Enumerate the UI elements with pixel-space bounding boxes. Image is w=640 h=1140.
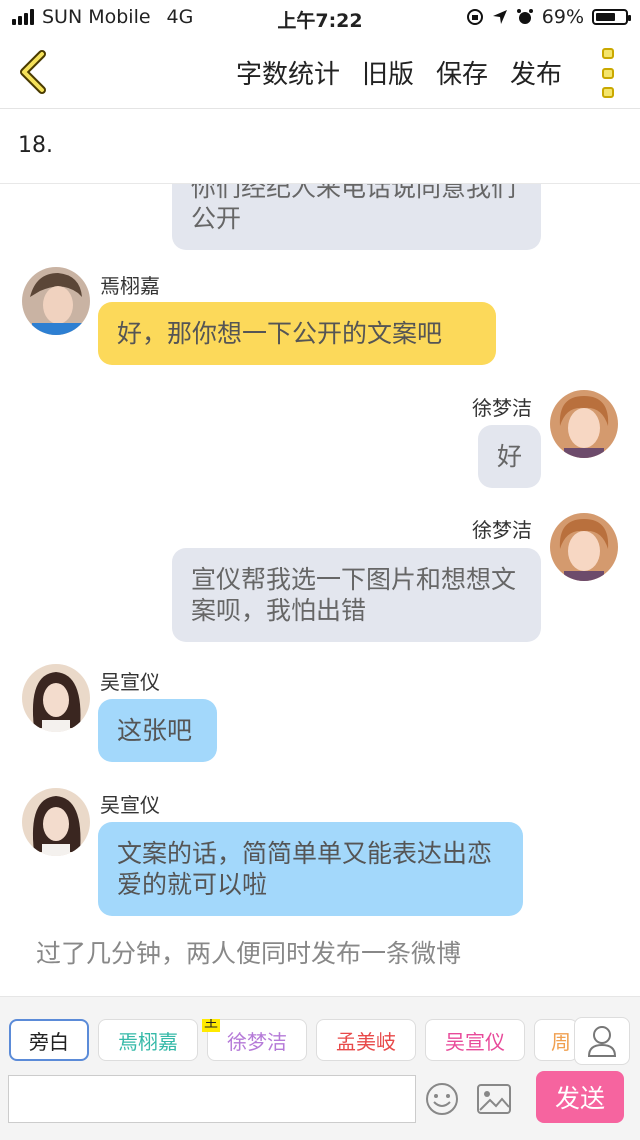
chapter-bar: 18. [0, 109, 640, 184]
narration-text[interactable]: 过了几分钟，两人便同时发布一条微博 [36, 934, 461, 970]
avatar[interactable] [550, 390, 618, 458]
role-label: 孟美岐 [336, 1029, 396, 1054]
speaker-name: 徐梦洁 [472, 396, 532, 420]
role-zhou[interactable]: 周 [534, 1019, 578, 1061]
publish-button[interactable]: 发布 [510, 54, 562, 91]
status-bar: SUN Mobile 4G 上午7:22 69% [0, 0, 640, 36]
message-bubble[interactable]: 文案的话，简简单单又能表达出恋爱的就可以啦 [98, 822, 523, 916]
status-right: 69% [466, 6, 631, 28]
nav-actions: 字数统计 旧版 保存 发布 [236, 54, 562, 91]
chapter-number[interactable]: 18. [18, 133, 53, 158]
role-label: 周 [551, 1029, 571, 1054]
old-version-button[interactable]: 旧版 [362, 54, 414, 91]
orientation-lock-icon [466, 9, 483, 25]
message-bubble[interactable]: 宣仪帮我选一下图片和想想文案呗，我怕出错 [172, 548, 541, 642]
role-label: 徐梦洁 [227, 1029, 287, 1054]
word-count-button[interactable]: 字数统计 [236, 54, 340, 91]
main-role-badge: 主 [202, 1019, 220, 1032]
message-bubble[interactable]: 好 [478, 425, 541, 488]
message-bubble[interactable]: 你们经纪人来电话说同意我们公开 [172, 184, 541, 250]
chevron-left-icon[interactable] [14, 50, 54, 94]
role-selector: 旁白 焉栩嘉 主 徐梦洁 孟美岐 吴宣仪 周 [9, 1019, 579, 1063]
save-button[interactable]: 保存 [436, 54, 488, 91]
role-meng-meiqi[interactable]: 孟美岐 [316, 1019, 416, 1061]
message-text: 你们经纪人来电话说同意我们公开 [191, 184, 517, 233]
message-text: 文案的话，简简单单又能表达出恋爱的就可以啦 [117, 839, 493, 899]
location-icon [492, 10, 507, 24]
user-icon[interactable] [574, 1017, 630, 1065]
message-text: 宣仪帮我选一下图片和想想文案呗，我怕出错 [191, 565, 517, 625]
emoji-icon[interactable] [424, 1081, 460, 1117]
avatar[interactable] [22, 664, 90, 732]
message-bubble[interactable]: 好，那你想一下公开的文案吧 [98, 302, 496, 365]
avatar[interactable] [550, 513, 618, 581]
image-icon[interactable] [476, 1083, 512, 1115]
message-input[interactable] [8, 1075, 416, 1123]
battery-percent: 69% [541, 6, 584, 28]
composer: 旁白 焉栩嘉 主 徐梦洁 孟美岐 吴宣仪 周 发送 [0, 996, 640, 1140]
alarm-icon [516, 9, 533, 24]
role-label: 焉栩嘉 [118, 1029, 178, 1054]
message-text: 这张吧 [117, 716, 193, 745]
role-wu-xuanyi[interactable]: 吴宣仪 [425, 1019, 525, 1061]
more-icon[interactable] [598, 48, 618, 98]
role-label: 吴宣仪 [445, 1029, 505, 1054]
chat-area[interactable]: 你们经纪人来电话说同意我们公开 焉栩嘉 好，那你想一下公开的文案吧 徐梦洁 好 … [0, 184, 640, 996]
role-yan-xujia[interactable]: 焉栩嘉 [98, 1019, 198, 1061]
battery-icon [592, 9, 631, 25]
speaker-name: 吴宣仪 [100, 793, 160, 817]
message-text: 好，那你想一下公开的文案吧 [117, 319, 443, 348]
role-label: 旁白 [29, 1029, 69, 1054]
message-bubble[interactable]: 这张吧 [98, 699, 217, 762]
avatar[interactable] [22, 788, 90, 856]
send-button[interactable]: 发送 [536, 1071, 624, 1123]
speaker-name: 徐梦洁 [472, 518, 532, 542]
role-xu-mengjie[interactable]: 主 徐梦洁 [202, 1019, 307, 1061]
message-text: 好 [497, 442, 523, 471]
avatar[interactable] [22, 267, 90, 335]
speaker-name: 吴宣仪 [100, 670, 160, 694]
speaker-name: 焉栩嘉 [100, 274, 160, 298]
role-narrator[interactable]: 旁白 [9, 1019, 89, 1061]
top-navbar: 字数统计 旧版 保存 发布 [0, 36, 640, 109]
